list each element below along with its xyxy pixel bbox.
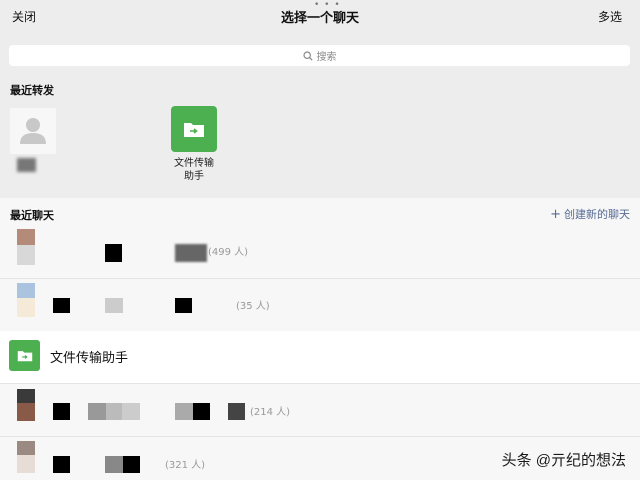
chat-name-redacted xyxy=(175,298,192,313)
chat-row[interactable] xyxy=(0,226,640,274)
default-avatar-icon xyxy=(20,118,46,144)
chat-name-redacted xyxy=(175,244,207,262)
create-new-chat-link[interactable]: + 创建新的聊天 xyxy=(550,206,630,222)
folder-icon xyxy=(184,123,204,137)
file-transfer-assistant-label: 文件传输 助手 xyxy=(174,158,214,182)
recent-forward-contact-avatar[interactable] xyxy=(10,108,56,154)
chat-name-redacted xyxy=(53,403,70,420)
member-count: (499 人) xyxy=(208,247,249,258)
folder-icon xyxy=(17,351,32,362)
search-placeholder: 搜索 xyxy=(316,52,337,63)
group-avatar xyxy=(17,389,35,421)
chat-name-redacted xyxy=(88,403,140,420)
group-avatar xyxy=(17,441,35,473)
group-avatar xyxy=(17,229,35,265)
top-bar: • • • 关闭 选择一个聊天 多选 xyxy=(0,0,640,36)
multi-select-button[interactable]: 多选 xyxy=(598,8,622,25)
search-input[interactable]: 搜索 xyxy=(9,45,630,66)
chat-name-redacted xyxy=(193,403,210,420)
member-count: (35 人) xyxy=(236,301,270,312)
recent-forward-contact-name-redacted xyxy=(17,158,36,172)
chat-name-redacted xyxy=(175,403,193,420)
chat-name-redacted xyxy=(123,456,140,473)
search-icon xyxy=(302,50,313,61)
page-title: 选择一个聊天 xyxy=(280,11,359,26)
watermark: 头条 @亓纪的想法 xyxy=(501,452,626,469)
chat-name-redacted xyxy=(53,456,70,473)
chat-row[interactable] xyxy=(0,279,640,330)
recent-forward-title: 最近转发 xyxy=(10,84,54,97)
plus-icon: + xyxy=(550,207,561,222)
group-avatar xyxy=(17,283,35,317)
member-count: (321 人) xyxy=(165,460,206,471)
chat-name-redacted xyxy=(228,403,245,420)
chat-name-redacted xyxy=(105,456,123,473)
chat-name-redacted xyxy=(105,298,123,313)
file-transfer-assistant-name: 文件传输助手 xyxy=(50,351,129,366)
create-new-chat-label: 创建新的聊天 xyxy=(564,208,630,221)
file-transfer-assistant-avatar xyxy=(9,340,40,371)
chat-name-redacted xyxy=(53,298,70,313)
file-transfer-assistant-avatar[interactable] xyxy=(171,106,217,152)
recent-forward-section xyxy=(0,80,640,198)
recent-chats-title: 最近聊天 xyxy=(10,209,54,222)
member-count: (214 人) xyxy=(250,407,291,418)
chat-name-redacted xyxy=(105,244,122,262)
